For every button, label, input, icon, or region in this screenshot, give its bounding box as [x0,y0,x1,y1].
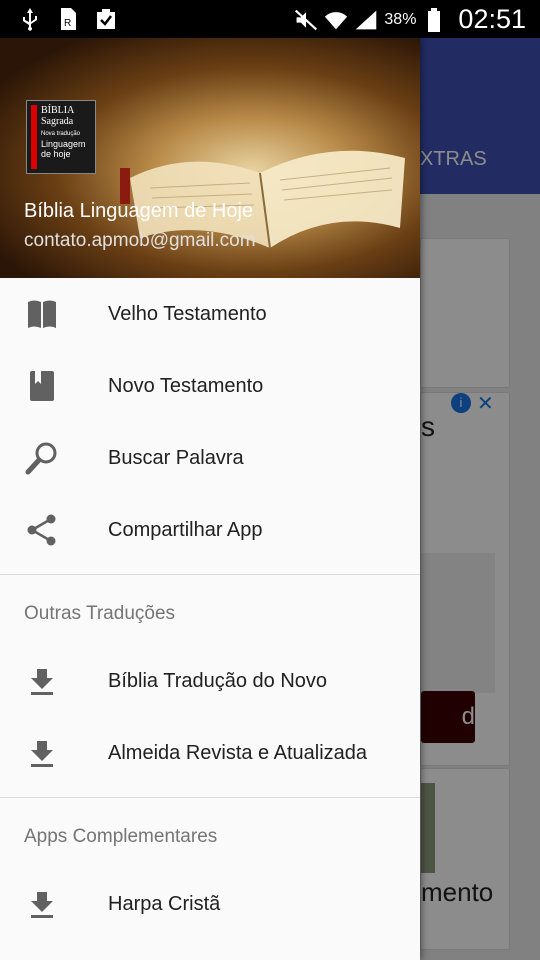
menu-item-harpa-crista[interactable]: Harpa Cristã [0,868,420,940]
menu-item-label: Novo Testamento [108,374,264,397]
clock: 02:51 [458,4,526,34]
header-email: contato.apmob@gmail.com [24,230,256,251]
menu-item-label: Bíblia Tradução do Novo [108,669,328,692]
header-app-name: Bíblia Linguagem de Hoje [24,200,254,222]
share-icon [27,514,56,546]
menu-item-label: Almeida Revista e Atualizada [108,741,368,764]
menu-item-compartilhar-app[interactable]: Compartilhar App [0,494,420,566]
search-icon [25,442,57,475]
signal-icon [356,10,377,29]
download-icon [31,892,53,918]
section-header-outras-traducoes: Outras Traduções [24,603,176,624]
book-icon [30,371,54,401]
navigation-drawer: BÍBLIA Sagrada Nova tradução Linguagem de h… [0,38,420,960]
menu-item-label: Harpa Cristã [108,892,221,915]
clipboard-check-icon [97,9,115,29]
svg-text:R: R [64,18,71,29]
section-header-apps-complementares: Apps Complementares [24,826,218,847]
divider [0,574,420,575]
status-bar: R 38% 02:51 [0,0,540,38]
wifi-icon [325,11,348,29]
menu-item-label: Compartilhar App [108,518,263,541]
menu-item-velho-testamento[interactable]: Velho Testamento [0,278,420,350]
bible-logo: BÍBLIA Sagrada Nova tradução Linguagem de h… [26,100,96,174]
drawer-menu: Velho Testamento Novo Testamento Buscar … [0,278,420,940]
battery-percent: 38% [384,10,417,28]
mute-icon [295,9,318,30]
sim-card-icon: R [61,8,76,30]
battery-icon [428,7,441,32]
open-book-icon [28,300,56,328]
divider [0,797,420,798]
menu-item-novo-testamento[interactable]: Novo Testamento [0,350,420,422]
download-icon [31,669,53,695]
menu-item-label: Buscar Palavra [108,446,244,469]
menu-item-biblia-traducao-novo[interactable]: Bíblia Tradução do Novo [0,645,420,717]
drawer-header: BÍBLIA Sagrada Nova tradução Linguagem de h… [0,38,420,278]
bible-header-image [120,150,405,248]
menu-item-buscar-palavra[interactable]: Buscar Palavra [0,422,420,494]
download-icon [31,741,53,767]
menu-item-almeida-revista[interactable]: Almeida Revista e Atualizada [0,717,420,789]
menu-item-label: Velho Testamento [108,302,267,325]
usb-icon [23,8,37,31]
